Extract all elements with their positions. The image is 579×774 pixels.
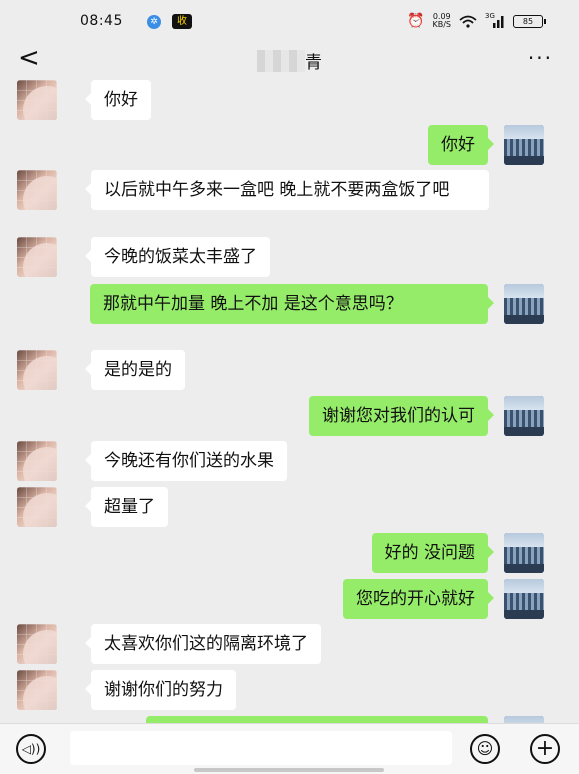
message-bubble-incoming[interactable]: 今晚的饭菜太丰盛了 xyxy=(85,237,270,277)
message-bubble-outgoing[interactable]: 谢谢您对我们的认可 xyxy=(309,396,494,436)
message-bubble-incoming[interactable]: 今晚还有你们送的水果 xyxy=(85,441,287,481)
self-avatar[interactable] xyxy=(504,533,544,573)
message-bubble-outgoing[interactable]: 您吃的开心就好 xyxy=(343,579,494,619)
chat-title-text: 青 xyxy=(305,53,322,73)
message-bubble-outgoing[interactable]: 好的 没问题 xyxy=(371,533,495,573)
emoji-icon[interactable]: ☺ xyxy=(470,734,500,764)
message-input[interactable] xyxy=(70,731,452,765)
contact-avatar[interactable] xyxy=(17,441,57,481)
chat-header: < 青 ··· xyxy=(0,42,579,78)
self-avatar[interactable] xyxy=(504,125,544,165)
self-avatar[interactable] xyxy=(504,579,544,619)
message-bubble-incoming[interactable]: 是的是的 xyxy=(85,350,185,390)
plus-icon[interactable]: + xyxy=(530,734,560,764)
net-speed: 0.09 KB/S xyxy=(432,13,451,29)
redacted-name xyxy=(257,49,305,72)
battery-icon: 85 xyxy=(513,14,546,28)
contact-avatar[interactable] xyxy=(17,350,57,390)
contact-avatar[interactable] xyxy=(17,170,57,210)
message-bubble-incoming[interactable]: 以后就中午多来一盒吧 晚上就不要两盒饭了吧 xyxy=(85,170,489,210)
more-icon[interactable]: ··· xyxy=(528,46,553,70)
status-time: 08:45 xyxy=(80,13,123,29)
self-avatar[interactable] xyxy=(504,284,544,324)
message-bubble-incoming[interactable]: 太喜欢你们这的隔离环境了 xyxy=(85,624,321,664)
voice-icon[interactable]: ◁)) xyxy=(16,734,46,764)
home-indicator[interactable] xyxy=(194,768,384,772)
app-notification-icon-2: 收 xyxy=(172,14,192,29)
signal-icon: 3G xyxy=(485,11,505,28)
message-bubble-incoming[interactable]: 谢谢你们的努力 xyxy=(85,670,236,710)
status-indicators: ⏰ 0.09 KB/S 3G 85 xyxy=(407,11,546,29)
contact-avatar[interactable] xyxy=(17,80,57,120)
status-bar: 08:45 ✲ 收 ⏰ 0.09 KB/S 3G 85 xyxy=(0,0,579,42)
contact-avatar[interactable] xyxy=(17,670,57,710)
contact-avatar[interactable] xyxy=(17,237,57,277)
net-speed-unit: KB/S xyxy=(432,20,451,29)
self-avatar[interactable] xyxy=(504,396,544,436)
message-bubble-outgoing[interactable]: 你好 xyxy=(428,125,494,165)
wifi-icon xyxy=(459,15,477,28)
message-bubble-incoming[interactable]: 你好 xyxy=(85,80,151,120)
contact-avatar[interactable] xyxy=(17,624,57,664)
app-notification-icon: ✲ xyxy=(147,15,161,29)
signal-label: 3G xyxy=(485,11,495,20)
message-bubble-incoming[interactable]: 超量了 xyxy=(85,487,168,527)
contact-avatar[interactable] xyxy=(17,487,57,527)
message-bubble-outgoing[interactable]: 那就中午加量 晚上不加 是这个意思吗？ xyxy=(90,284,494,324)
chat-title: 青 xyxy=(0,48,579,73)
alarm-icon: ⏰ xyxy=(407,13,425,29)
input-bar: ◁)) ☺ + xyxy=(0,723,579,774)
